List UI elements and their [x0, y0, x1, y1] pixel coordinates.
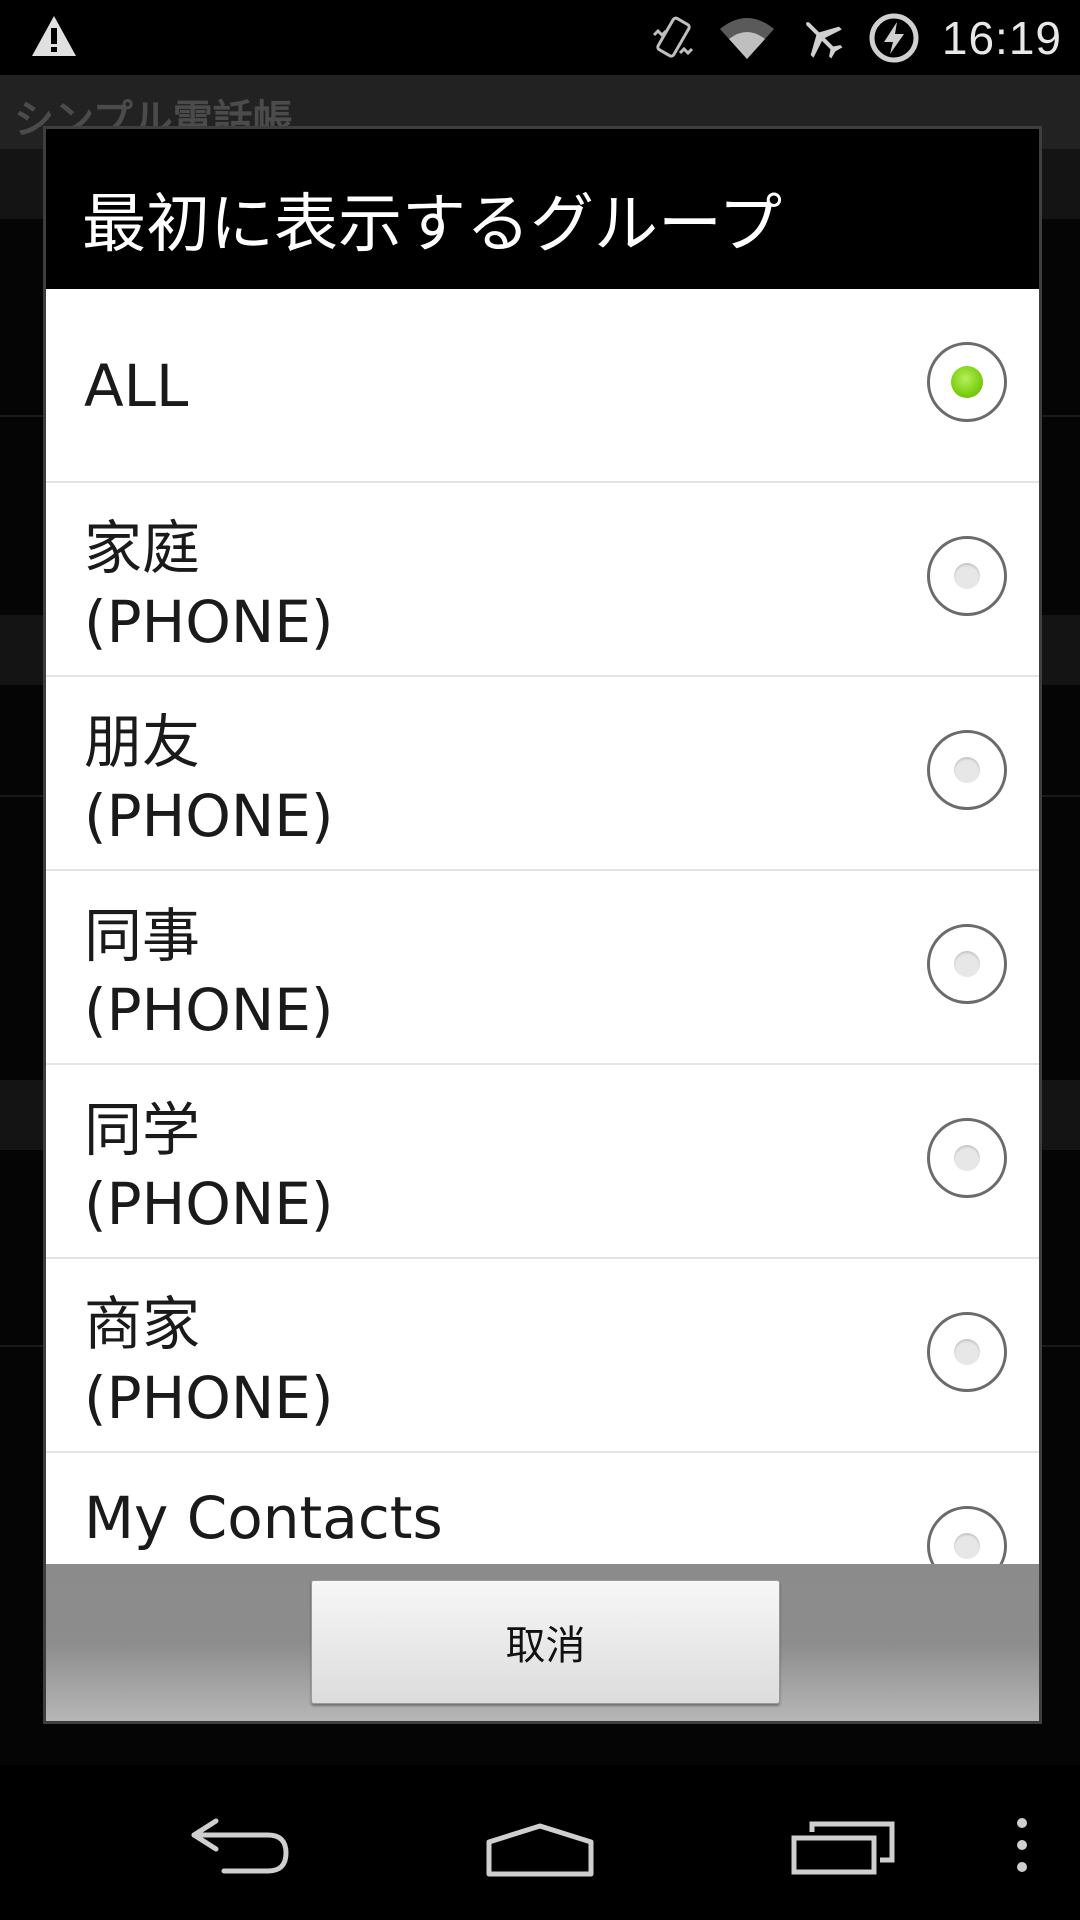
vibrate-icon — [650, 13, 696, 63]
radio-dot — [954, 1145, 980, 1171]
status-bar: 16:19 — [0, 0, 1080, 75]
airplane-icon — [798, 14, 846, 62]
option-label-account: (PHONE) — [84, 588, 334, 656]
radio-button[interactable] — [927, 730, 1007, 810]
home-icon[interactable] — [485, 1822, 595, 1882]
group-select-dialog: 最初に表示するグループ ALL 家庭 (PHONE) 朋友 (PHONE) 同事… — [43, 126, 1042, 1724]
option-label: 朋友 (PHONE) — [84, 705, 334, 853]
radio-button-selected[interactable] — [927, 342, 1007, 422]
radio-button[interactable] — [927, 924, 1007, 1004]
menu-icon[interactable] — [1010, 1817, 1034, 1877]
group-option-business[interactable]: 商家 (PHONE) — [46, 1259, 1039, 1453]
dialog-title-bar: 最初に表示するグループ — [46, 129, 1039, 289]
option-label-name: 商家 — [84, 1290, 201, 1358]
status-clock: 16:19 — [941, 12, 1062, 64]
option-label-name: 朋友 — [84, 708, 201, 776]
radio-dot — [954, 1533, 980, 1559]
radio-dot — [954, 1339, 980, 1365]
option-label-account: (PHONE) — [84, 782, 334, 850]
radio-button[interactable] — [927, 1118, 1007, 1198]
dialog-button-bar: 取消 — [46, 1564, 1039, 1721]
screen: 16:19 シンプル電話帳 最初に表示するグループ ALL 家庭 (PHONE)… — [0, 0, 1080, 1920]
group-option-coworkers[interactable]: 同事 (PHONE) — [46, 871, 1039, 1065]
radio-dot — [951, 366, 983, 398]
option-label-name: ALL — [84, 352, 189, 420]
option-label-name: 家庭 — [84, 514, 201, 582]
recents-icon[interactable] — [790, 1820, 896, 1880]
group-option-family[interactable]: 家庭 (PHONE) — [46, 483, 1039, 677]
radio-dot — [954, 563, 980, 589]
radio-dot — [954, 951, 980, 977]
status-icons: 16:19 — [650, 8, 1062, 68]
radio-dot — [954, 757, 980, 783]
option-label: My Contacts — [84, 1481, 443, 1555]
option-label: 同事 (PHONE) — [84, 899, 334, 1047]
option-label-account: (PHONE) — [84, 1364, 334, 1432]
option-label-name: 同事 — [84, 902, 201, 970]
dialog-title: 最初に表示するグループ — [82, 188, 783, 262]
back-icon[interactable] — [188, 1817, 292, 1881]
group-option-classmates[interactable]: 同学 (PHONE) — [46, 1065, 1039, 1259]
wifi-icon — [718, 15, 776, 61]
option-label-name: 同学 — [84, 1096, 201, 1164]
battery-charging-icon — [868, 12, 920, 64]
cancel-button[interactable]: 取消 — [311, 1580, 780, 1704]
navigation-bar — [0, 1765, 1080, 1920]
group-option-all[interactable]: ALL — [46, 289, 1039, 483]
option-label: 商家 (PHONE) — [84, 1287, 334, 1435]
option-label-account: (PHONE) — [84, 976, 334, 1044]
option-label: 家庭 (PHONE) — [84, 511, 334, 659]
option-label-account: (PHONE) — [84, 1170, 334, 1238]
group-option-list[interactable]: ALL 家庭 (PHONE) 朋友 (PHONE) 同事 (PHONE) 同学 … — [46, 289, 1039, 1684]
radio-button[interactable] — [927, 536, 1007, 616]
option-label: 同学 (PHONE) — [84, 1093, 334, 1241]
option-label: ALL — [84, 349, 188, 423]
warning-icon — [30, 14, 78, 58]
option-label-name: My Contacts — [84, 1484, 443, 1552]
group-option-friends[interactable]: 朋友 (PHONE) — [46, 677, 1039, 871]
radio-button[interactable] — [927, 1312, 1007, 1392]
